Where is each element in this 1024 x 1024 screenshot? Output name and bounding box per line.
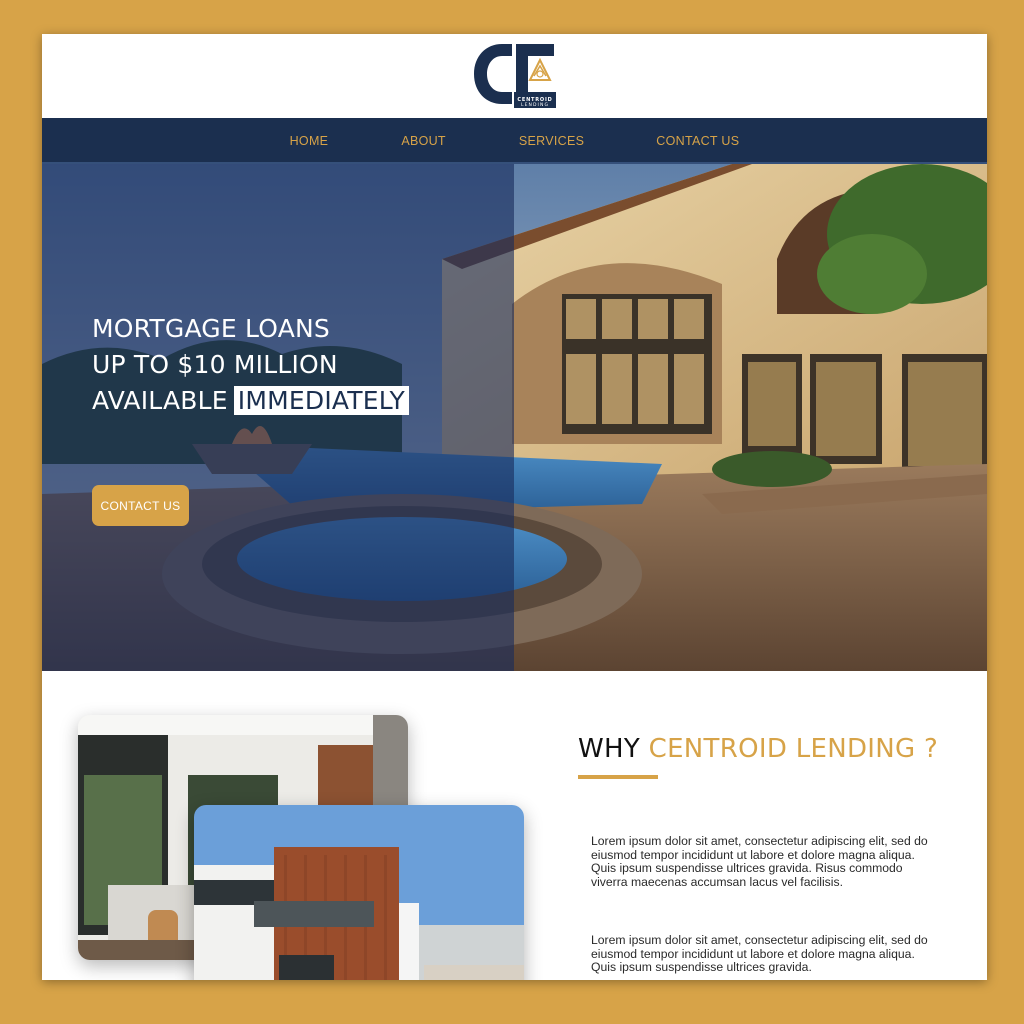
logo-subname: LENDING: [520, 103, 550, 108]
web-page: CENTROID LENDING HOME ABOUT SERVICES CON…: [42, 34, 987, 980]
nav-about-link[interactable]: ABOUT: [401, 134, 446, 148]
hero-line-3: AVAILABLE IMMEDIATELY: [92, 383, 472, 419]
why-section: WHY CENTROID LENDING ? Lorem ipsum dolor…: [42, 671, 987, 980]
why-heading-plain: WHY: [578, 734, 649, 764]
why-heading-underline: [578, 775, 658, 779]
site-header: CENTROID LENDING: [42, 34, 987, 118]
exterior-photo: [194, 805, 524, 980]
hero-line-1: MORTGAGE LOANS: [92, 314, 330, 343]
logo-wordmark: CENTROID LENDING: [512, 97, 558, 109]
hero-line-2: UP TO $10 MILLION: [92, 350, 338, 379]
nav-home-link[interactable]: HOME: [290, 134, 329, 148]
hero-highlight: IMMEDIATELY: [233, 386, 410, 415]
why-paragraph-1: Lorem ipsum dolor sit amet, consectetur …: [591, 834, 928, 889]
why-heading-accent: CENTROID LENDING ?: [648, 734, 939, 764]
why-paragraph-2: Lorem ipsum dolor sit amet, consectetur …: [591, 933, 928, 975]
main-nav: HOME ABOUT SERVICES CONTACT US: [42, 118, 987, 164]
nav-services-link[interactable]: SERVICES: [519, 134, 584, 148]
hero-section: MORTGAGE LOANS UP TO $10 MILLION AVAILAB…: [42, 164, 987, 671]
hero-headline: MORTGAGE LOANS UP TO $10 MILLION AVAILAB…: [92, 311, 472, 419]
nav-contact-link[interactable]: CONTACT US: [656, 134, 739, 148]
hero-contact-button[interactable]: CONTACT US: [92, 485, 189, 526]
hero-line-3-text: AVAILABLE: [92, 386, 228, 415]
why-heading: WHY CENTROID LENDING ?: [578, 734, 938, 764]
